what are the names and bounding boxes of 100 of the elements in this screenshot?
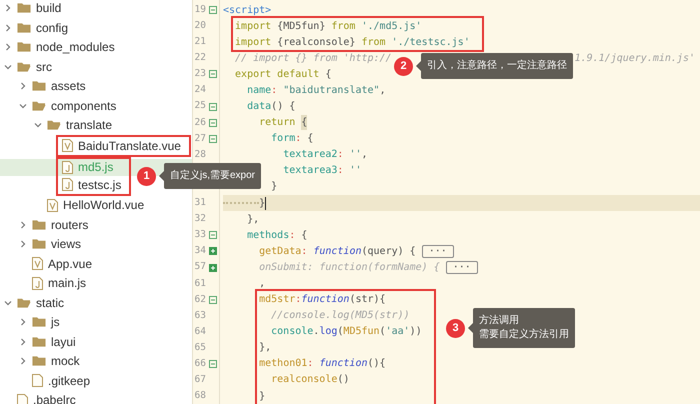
folder-item[interactable]: js (0, 312, 192, 332)
chevron-down-icon (19, 102, 27, 110)
file-letter-icon (62, 139, 73, 152)
folder-icon (17, 22, 31, 34)
code-line: getData: function(query) { ··· (259, 244, 454, 259)
folder-item[interactable]: translate (0, 116, 192, 135)
collapse-icon[interactable] (209, 118, 217, 127)
file-item[interactable]: App.vue (0, 254, 192, 274)
code-line: return { (259, 115, 308, 130)
expand-icon[interactable] (209, 247, 217, 256)
collapse-icon[interactable] (209, 296, 217, 304)
line-number: 23 (194, 67, 206, 82)
folder-item[interactable]: routers (0, 215, 192, 234)
line-number: 57 (194, 260, 206, 274)
annotation-text: 方法调用 (479, 314, 520, 328)
file-item[interactable]: .babelrc (0, 390, 192, 404)
collapse-icon[interactable] (209, 102, 217, 111)
code-line: md5str:function(str){ (259, 292, 386, 307)
open-folder-icon (17, 60, 31, 73)
line-number: 24 (194, 83, 206, 98)
line-number: 64 (194, 324, 206, 339)
code-line: } (259, 196, 266, 210)
code-line: textarea3: '' (283, 164, 362, 178)
code-line: }, (259, 341, 272, 356)
text-cursor (265, 196, 266, 210)
file-letter-icon (32, 257, 43, 270)
folder-item[interactable]: views (0, 234, 192, 254)
collapse-icon[interactable] (209, 134, 217, 143)
collapse-icon[interactable] (209, 231, 217, 240)
chevron-right-icon (19, 240, 27, 248)
folder-item[interactable]: components (0, 96, 192, 116)
folder-icon (32, 316, 46, 328)
folder-icon (32, 336, 46, 348)
code-line: import {realconsole} from './testsc.js' (235, 36, 470, 50)
file-item[interactable]: main.js (0, 274, 192, 293)
line-number: 66 (194, 356, 206, 371)
code-line: import {MD5fun} from './md5.js' (235, 20, 422, 34)
line-number: 21 (194, 35, 206, 50)
code-line: onSubmit: function(formName) { ··· (259, 260, 478, 275)
code-line: methods: { (247, 228, 308, 243)
code-line: methon01: function(){ (259, 357, 386, 372)
collapse-icon[interactable] (209, 70, 217, 78)
code-line: }, (247, 212, 260, 227)
open-folder-icon (47, 119, 61, 132)
code-line: name: "baidutranslate", (247, 84, 386, 98)
collapse-icon[interactable] (209, 360, 217, 368)
collapse-icon[interactable] (209, 6, 217, 14)
line-number: 63 (194, 308, 206, 323)
open-folder-icon (32, 100, 46, 112)
number-badge: 2 (394, 56, 413, 76)
folder-item[interactable]: static (0, 293, 192, 312)
code-line: 1.9.1/jquery.min.js' (574, 52, 695, 66)
folder-item[interactable]: src (0, 57, 192, 76)
code-line: } (259, 390, 266, 404)
line-number: 27 (194, 132, 206, 146)
folder-item[interactable]: layui (0, 332, 192, 352)
line-number: 19 (194, 2, 206, 17)
chevron-right-icon (19, 338, 27, 346)
folder-item[interactable]: build (0, 0, 192, 18)
folder-item[interactable]: config (0, 18, 192, 38)
code-line: <script> (223, 4, 272, 18)
folded-code-marker[interactable]: ··· (422, 244, 454, 258)
expand-icon[interactable] (209, 264, 217, 272)
annotation-text: 自定义js,需要expor (170, 169, 256, 183)
file-item[interactable]: BaiduTranslate.vue (58, 137, 189, 154)
code-line: export default { (235, 68, 332, 82)
chevron-right-icon (4, 43, 12, 52)
line-number: 34 (194, 244, 206, 258)
file-letter-icon (47, 198, 58, 212)
annotation-text: 需要自定义方法引用 (479, 328, 569, 342)
folded-code-marker[interactable]: ··· (446, 260, 478, 274)
folder-icon (17, 2, 31, 14)
file-letter-icon (62, 160, 73, 174)
folder-item[interactable]: assets (0, 76, 192, 96)
line-number: 62 (194, 292, 206, 307)
line-number: 32 (194, 212, 206, 226)
folder-icon (32, 238, 46, 250)
file-item[interactable]: .gitkeep (0, 371, 192, 390)
file-item[interactable]: testsc.js (58, 176, 130, 194)
code-line: //console.log(MD5(str)) (271, 309, 410, 324)
folder-item[interactable]: mock (0, 352, 192, 371)
open-folder-icon (17, 296, 31, 309)
chevron-down-icon (4, 62, 12, 71)
file-letter-icon (62, 178, 73, 192)
line-number: 25 (194, 99, 206, 114)
line-number: 20 (194, 19, 206, 34)
line-number: 26 (194, 116, 206, 130)
chevron-right-icon (4, 4, 12, 12)
chevron-right-icon (4, 24, 12, 32)
code-line: form: { (271, 132, 314, 146)
code-line: // import {} from 'http:// (235, 52, 392, 66)
file-item[interactable]: HelloWorld.vue (0, 196, 192, 215)
code-line: , (259, 276, 266, 291)
line-number: 65 (194, 340, 206, 355)
line-number: 67 (194, 373, 206, 388)
chevron-down-icon (34, 121, 42, 130)
code-line: console.log(MD5fun('aa')) (271, 325, 422, 340)
chevron-right-icon (19, 220, 27, 229)
number-badge: 3 (446, 318, 465, 338)
folder-item[interactable]: node_modules (0, 38, 192, 57)
